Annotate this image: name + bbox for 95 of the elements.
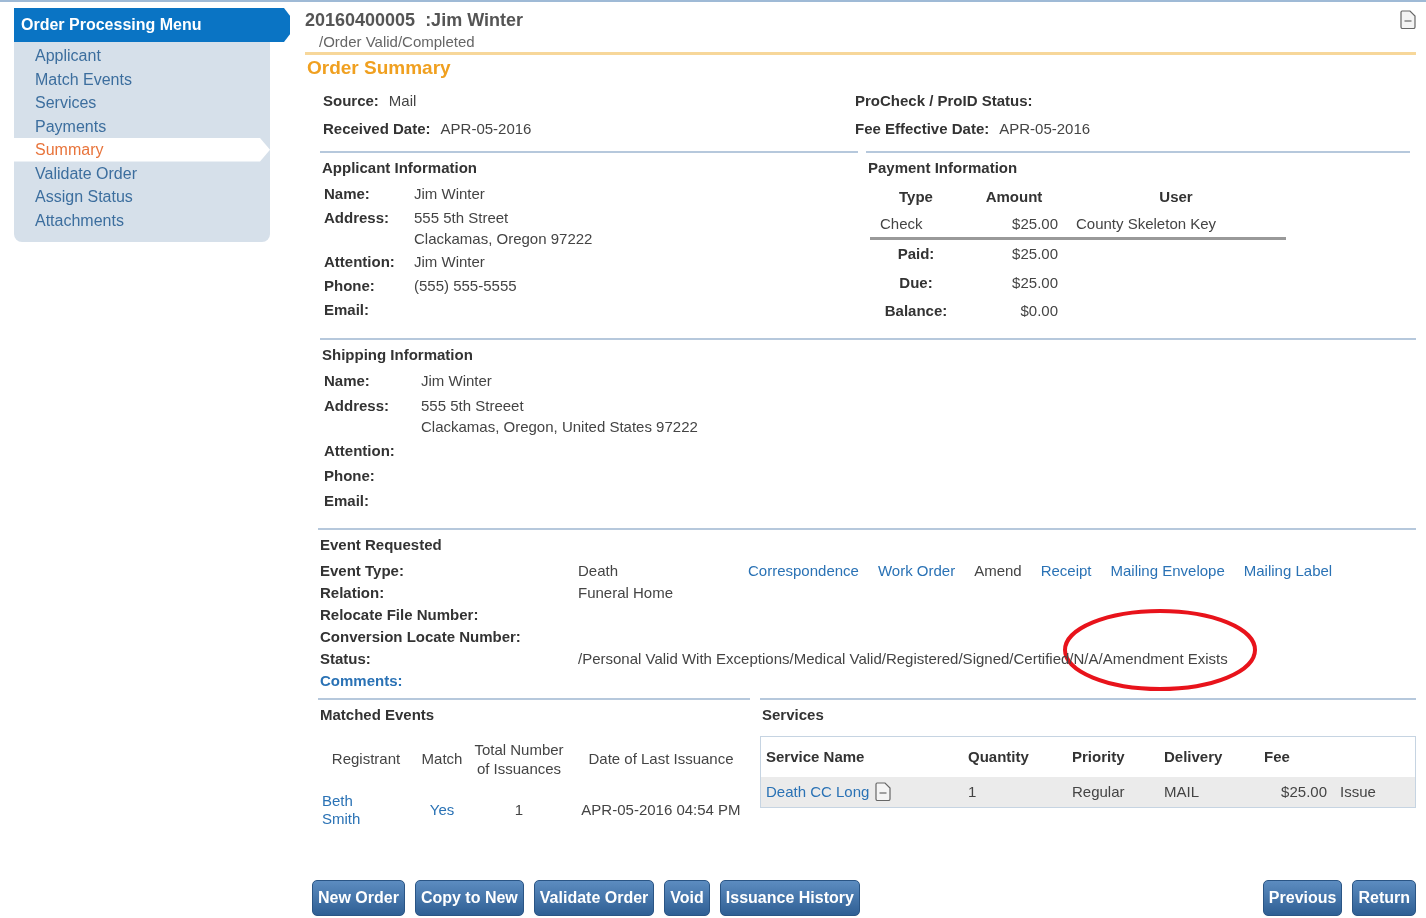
table-cell-text: 1 [513,799,525,820]
table-cell: $25.00 [962,211,1066,240]
order-status: /Order Valid/Completed [318,33,476,50]
total-value: $25.00 [1011,244,1059,264]
menu-item[interactable]: Attachments [14,208,270,232]
field-label: Address: [324,395,391,416]
menu-item[interactable]: Applicant [14,44,270,68]
action-button[interactable]: Validate Order [533,880,655,916]
total-value: $0.00 [1019,301,1059,321]
field-value: Mail [388,91,417,109]
section-heading: Shipping Information [321,345,474,365]
field-label: Conversion Locate Number: [320,626,522,647]
menu-title: Order Processing Menu [14,8,290,42]
section-heading: Applicant Information [321,159,478,178]
action-button[interactable]: Copy to New [414,880,524,916]
table-cell: Issue [1335,776,1415,807]
field-label: Event Type: [320,560,405,581]
section-heading: Payment Information [867,159,1019,178]
field-label: Name: [324,184,371,204]
document-link[interactable]: Work Order [877,559,956,582]
field-label: Received Date: [323,119,431,137]
menu-item[interactable]: Services [14,91,270,115]
table-cell: Check [870,211,962,240]
field-label: Relocate File Number: [320,604,480,625]
field-value: Death [578,560,620,581]
table-cell: Regular [1067,776,1159,807]
column-header: Type [898,187,934,207]
table-cell: 1 [963,776,1067,807]
field-value: APR-05-2016 [999,119,1091,137]
column-header: Fee [1263,746,1291,767]
column-header: Registrant [330,749,402,769]
field-label: Address: [324,208,391,228]
field-value: Clackamas, Oregon 97222 [414,229,593,249]
field-label: Email: [324,300,370,320]
field-label: Email: [324,490,370,511]
action-button[interactable]: Void [664,880,710,916]
total-label: Due: [898,272,934,293]
field-value: (555) 555-5555 [414,276,517,296]
document-link[interactable]: Correspondence [748,559,859,582]
field-value: 555 5th Street [414,208,510,228]
column-header: Quantity [967,746,1030,767]
field-label: Phone: [324,465,376,486]
field-label: ProCheck / ProID Status: [855,91,1033,109]
order-number: 20160400005 [305,10,416,31]
field-value: Jim Winter [414,252,485,272]
action-button[interactable]: Issuance History [719,880,860,916]
field-value: Jim Winter [421,370,492,391]
section-heading: Services [761,705,825,725]
field-label: Fee Effective Date: [855,119,990,137]
menu-item[interactable]: Assign Status [14,185,270,209]
section-title: Order Summary [307,57,452,80]
field-label: Name: [324,370,371,391]
field-value: Clackamas, Oregon, United States 97222 [421,416,698,437]
column-header: Amount [984,187,1044,207]
document-link[interactable]: Mailing Label [1243,559,1333,582]
field-label: Source: [323,91,379,109]
nav-button[interactable]: Return [1352,880,1416,916]
total-label: Balance: [883,301,949,321]
field-label: Attention: [324,440,396,461]
field-value: APR-05-2016 [440,119,532,137]
menu-item[interactable]: Payments [14,114,270,138]
document-label: Amend [974,560,1022,581]
field-value: Funeral Home [578,582,675,603]
field-label: Status: [320,648,372,669]
document-link[interactable]: Receipt [1040,559,1092,582]
table-cell: $25.00 [1259,776,1335,807]
table-link[interactable]: Beth Smith [320,789,366,830]
menu-item[interactable]: Summary [14,138,270,162]
field-value: Jim Winter [414,184,485,204]
field-label: Phone: [324,276,376,296]
applicant-name: :Jim Winter [425,10,523,31]
column-header: User [1158,187,1194,207]
document-link[interactable]: Mailing Envelope [1110,559,1225,582]
column-header: Total Number of Issuances [473,739,565,779]
column-header: Delivery [1163,746,1224,767]
nav-button[interactable]: Previous [1262,880,1343,916]
total-value: $25.00 [1011,272,1059,293]
table-cell: MAIL [1159,776,1259,807]
menu-item[interactable]: Match Events [14,67,270,91]
total-label: Paid: [896,244,936,264]
menu-item[interactable]: Validate Order [14,161,270,185]
column-header: Priority [1071,746,1126,767]
field-value: 555 5th Streeet [421,395,525,416]
column-header: Match [420,749,464,769]
table-cell: County Skeleton Key [1066,211,1286,240]
column-header: Date of Last Issuance [587,749,735,769]
column-header: Service Name [765,746,866,767]
table-link[interactable]: Yes [412,789,472,830]
action-button[interactable]: New Order [312,880,405,916]
comments-link[interactable]: Comments: [320,669,578,692]
field-label: Relation: [320,582,386,603]
table-cell-text: APR-05-2016 04:54 PM [580,799,742,820]
section-heading: Matched Events [319,705,436,725]
section-heading: Event Requested [319,535,443,555]
field-label: Attention: [324,252,396,272]
